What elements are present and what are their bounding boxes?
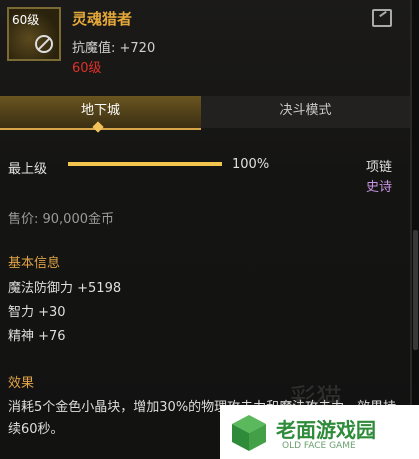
site-logo: 老面游戏园 OLD FACE GAME [220, 405, 419, 459]
sell-price: 售价: 90,000金币 [8, 212, 114, 227]
tab-duel[interactable]: 决斗模式 [201, 96, 410, 128]
effect-title: 效果 [8, 376, 35, 391]
logo-name: 老面游戏园 [276, 418, 376, 442]
logo-subtitle: OLD FACE GAME [282, 441, 356, 451]
scrollbar-thumb[interactable] [413, 230, 418, 350]
item-tooltip-panel: 60级 灵魂猎者 抗魔值: +720 60级 地下城 决斗模式 最上级 100%… [0, 0, 412, 459]
basic-info-line: 魔法防御力 +5198 [8, 281, 122, 296]
grade-progress-bar [68, 162, 222, 166]
grade-percent: 100% [232, 157, 270, 172]
item-name: 灵魂猎者 [72, 10, 133, 28]
tab-duel-label: 决斗模式 [279, 103, 332, 118]
item-stat: 抗魔值: +720 [72, 41, 156, 56]
active-tab-indicator [92, 121, 104, 133]
item-rarity: 史诗 [365, 180, 392, 195]
share-icon[interactable] [372, 9, 392, 27]
logo-cube-icon [232, 415, 266, 451]
item-icon[interactable]: 60级 [7, 7, 61, 61]
tab-dungeon-label: 地下城 [80, 103, 120, 118]
grade-progress-fill [68, 162, 222, 166]
mode-tabs: 地下城 决斗模式 [0, 96, 410, 133]
basic-info-line: 精神 +76 [8, 329, 66, 344]
basic-info-line: 智力 +30 [8, 305, 66, 320]
scrollbar[interactable] [412, 0, 419, 459]
untradeable-icon [35, 35, 53, 53]
equip-slot: 项链 [365, 160, 392, 175]
required-level: 60级 [72, 61, 102, 76]
grade-label: 最上级 [8, 162, 48, 177]
item-level-badge: 60级 [12, 13, 40, 27]
basic-info-title: 基本信息 [8, 256, 61, 271]
tab-dungeon[interactable]: 地下城 [0, 96, 201, 133]
